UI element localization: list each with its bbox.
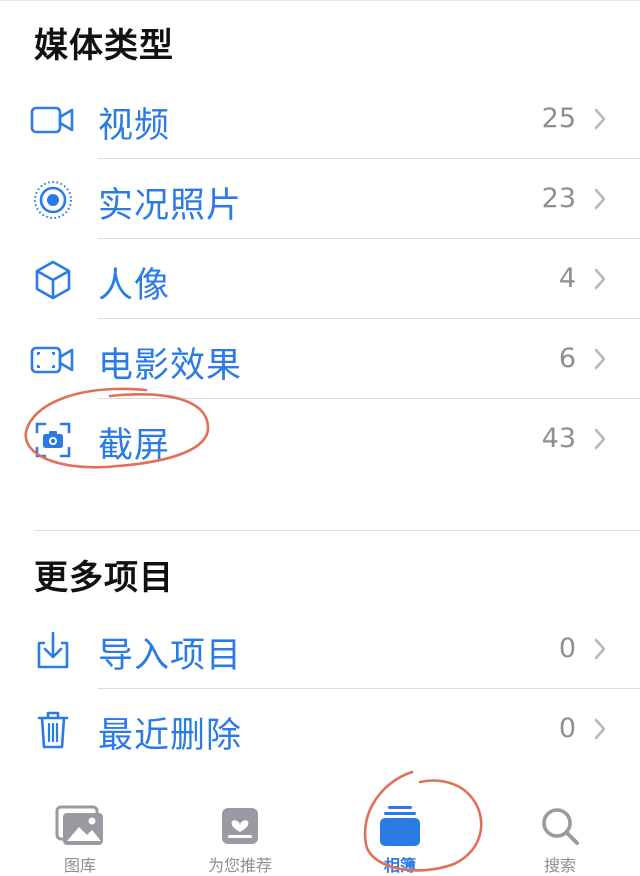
screenshot-icon bbox=[30, 418, 76, 462]
top-divider bbox=[0, 0, 640, 1]
row-label: 电影效果 bbox=[98, 346, 243, 386]
row-divider bbox=[98, 318, 640, 319]
for-you-icon bbox=[215, 804, 265, 848]
tab-bar: 图库 为您推荐 相簿 搜索 bbox=[0, 790, 640, 876]
section-title-more-items: 更多项目 bbox=[34, 558, 174, 598]
chevron-right-icon bbox=[594, 188, 606, 210]
row-imports[interactable]: 导入项目 0 bbox=[0, 610, 640, 690]
row-label: 导入项目 bbox=[98, 636, 243, 676]
tab-albums[interactable]: 相簿 bbox=[320, 790, 480, 876]
row-recently-deleted[interactable]: 最近删除 0 bbox=[0, 690, 640, 770]
photos-library-icon bbox=[55, 804, 105, 848]
row-portrait[interactable]: 人像 4 bbox=[0, 240, 640, 320]
tab-label: 为您推荐 bbox=[207, 856, 272, 875]
row-label: 视频 bbox=[98, 106, 171, 146]
cinematic-icon bbox=[30, 338, 76, 382]
row-live-photos[interactable]: 实况照片 23 bbox=[0, 160, 640, 240]
row-count: 4 bbox=[558, 263, 576, 294]
live-photo-icon bbox=[30, 178, 76, 222]
chevron-right-icon bbox=[594, 428, 606, 450]
trash-icon bbox=[30, 708, 76, 752]
video-icon bbox=[30, 98, 76, 142]
row-count: 6 bbox=[558, 343, 576, 374]
row-divider bbox=[98, 398, 640, 399]
row-label: 实况照片 bbox=[98, 186, 243, 226]
row-count: 43 bbox=[541, 423, 576, 454]
tab-label: 图库 bbox=[63, 856, 96, 875]
row-count: 0 bbox=[558, 633, 576, 664]
search-icon bbox=[535, 804, 585, 848]
chevron-right-icon bbox=[594, 268, 606, 290]
row-label: 最近删除 bbox=[98, 716, 243, 756]
chevron-right-icon bbox=[594, 108, 606, 130]
chevron-right-icon bbox=[594, 638, 606, 660]
row-divider bbox=[98, 688, 640, 689]
tab-label: 相簿 bbox=[383, 856, 416, 875]
albums-icon bbox=[375, 804, 425, 848]
row-divider bbox=[98, 158, 640, 159]
chevron-right-icon bbox=[594, 718, 606, 740]
row-label: 截屏 bbox=[98, 426, 171, 466]
row-videos[interactable]: 视频 25 bbox=[0, 80, 640, 160]
row-cinematic[interactable]: 电影效果 6 bbox=[0, 320, 640, 400]
row-count: 25 bbox=[541, 103, 576, 134]
tab-library[interactable]: 图库 bbox=[0, 790, 160, 876]
section-title-media-types: 媒体类型 bbox=[34, 26, 174, 66]
tab-label: 搜索 bbox=[543, 856, 576, 875]
row-screenshots[interactable]: 截屏 43 bbox=[0, 400, 640, 480]
row-label: 人像 bbox=[98, 266, 171, 306]
chevron-right-icon bbox=[594, 348, 606, 370]
row-divider bbox=[98, 238, 640, 239]
tab-search[interactable]: 搜索 bbox=[480, 790, 640, 876]
tab-for-you[interactable]: 为您推荐 bbox=[160, 790, 320, 876]
row-count: 23 bbox=[541, 183, 576, 214]
portrait-cube-icon bbox=[30, 258, 76, 302]
albums-screen: 媒体类型 视频 25 实况照片 23 人像 4 电影效果 6 截屏 43 更多项… bbox=[0, 0, 640, 876]
import-icon bbox=[30, 628, 76, 672]
section-divider bbox=[34, 530, 640, 531]
row-count: 0 bbox=[558, 713, 576, 744]
